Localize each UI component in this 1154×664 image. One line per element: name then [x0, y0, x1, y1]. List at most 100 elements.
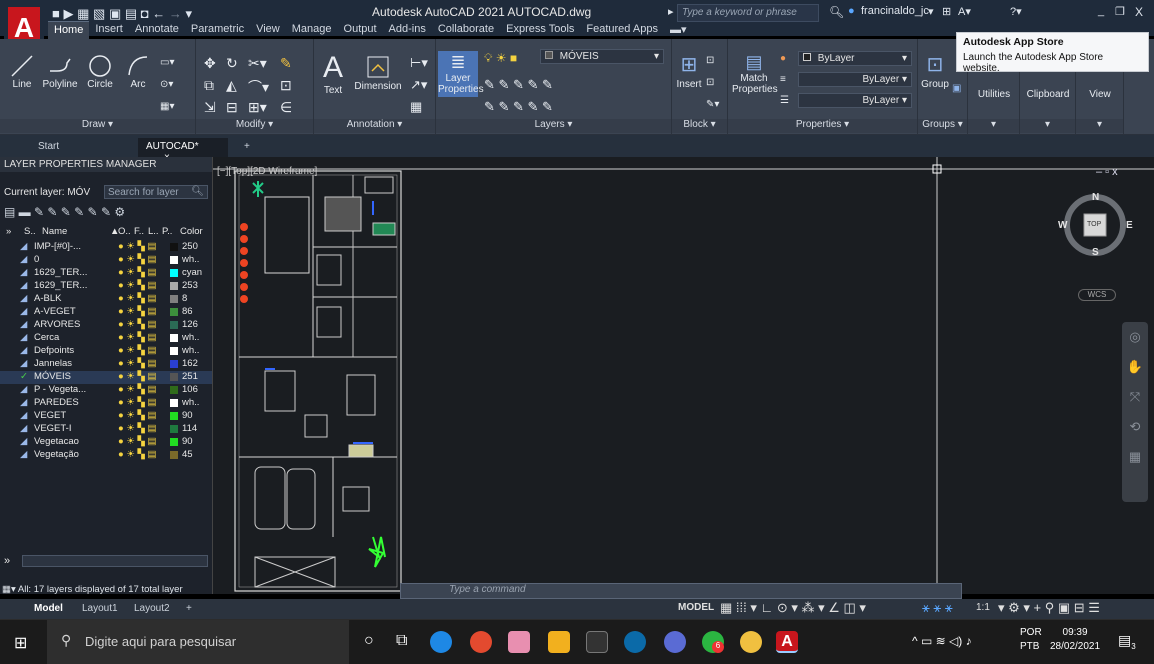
layer-name[interactable]: Vegetacao [34, 436, 79, 447]
search-arrow-icon[interactable]: ▸ [668, 5, 674, 18]
new-tab-button[interactable]: + [236, 138, 258, 157]
layer-color-swatch[interactable] [170, 295, 178, 303]
help-icon[interactable]: ?▾ [1010, 5, 1022, 18]
hatch-icon[interactable]: ▦▾ [160, 101, 174, 112]
layer-row[interactable]: ◢ Vegetacao ● ☀ ▚ ▤ 90 [0, 436, 212, 449]
zoom-extents-icon[interactable]: ⤧ [1122, 382, 1148, 412]
layer-color-swatch[interactable] [170, 438, 178, 446]
user-dropdown-icon[interactable]: ▾ [928, 5, 934, 18]
layer-state-icons[interactable]: ● ☀ ▚ ▤ [118, 384, 156, 395]
linear-dim-icon[interactable]: ⊢▾ [410, 55, 428, 71]
ellipse-icon[interactable]: ⊙▾ [160, 79, 173, 90]
edit-block-icon[interactable]: ⊡ [706, 77, 714, 88]
scale-icon[interactable]: ⊟ [226, 99, 238, 116]
annotation-scale[interactable]: 1:1 [976, 602, 990, 613]
layer-properties-button[interactable]: ≣ Layer Properties [438, 51, 484, 97]
layer-horizontal-scrollbar[interactable] [22, 555, 208, 567]
maximize-button[interactable]: ❐ [1115, 5, 1125, 18]
app-store-icon[interactable]: ⊞ [942, 5, 951, 18]
layer-dropdown[interactable]: MÓVEIS ▾ [540, 49, 664, 64]
drawing-viewport[interactable] [213, 157, 1154, 594]
layer-state-icons[interactable]: ● ☀ ▚ ▤ [118, 280, 156, 291]
layer-state-icons[interactable]: ● ☀ ▚ ▤ [118, 241, 156, 252]
game-icon[interactable] [740, 631, 762, 653]
layer-color-swatch[interactable] [170, 373, 178, 381]
autocad-taskbar-icon[interactable]: A [776, 631, 798, 653]
insert-button[interactable]: ⊞ Insert [674, 51, 704, 90]
layer-state-icons[interactable]: ● ☀ ▚ ▤ [118, 358, 156, 369]
layer-name[interactable]: VEGET-I [34, 423, 71, 434]
layer-row[interactable]: ◢ PAREDES ● ☀ ▚ ▤ wh.. [0, 397, 212, 410]
layer-tools-row2[interactable]: ✎ ✎ ✎ ✎ ✎ [484, 99, 553, 115]
navigation-bar[interactable]: ◎ ✋ ⤧ ⟲ ▦ [1122, 322, 1148, 502]
layer-state-icons[interactable]: ● ☀ ▚ ▤ [118, 371, 156, 382]
layer-color-swatch[interactable] [170, 282, 178, 290]
layer-name[interactable]: Vegetação [34, 449, 79, 460]
customize-icon[interactable]: ▾ [186, 6, 193, 21]
layer-name[interactable]: VEGET [34, 410, 66, 421]
layer-state-icons[interactable]: ● ☀ ▚ ▤ [118, 423, 156, 434]
clipboard-button[interactable]: Clipboard [1022, 89, 1074, 100]
tab-autocad-dwg[interactable]: AUTOCAD* × [138, 138, 228, 163]
file-explorer-icon[interactable] [548, 631, 570, 653]
layer-name[interactable]: Jannelas [34, 358, 72, 369]
layer-state-icons[interactable]: ● ☀ ▚ ▤ [118, 410, 156, 421]
layer-row[interactable]: ✓ MÓVEIS ● ☀ ▚ ▤ 251 [0, 371, 212, 384]
layer-color-swatch[interactable] [170, 243, 178, 251]
collapse-icon[interactable]: » [4, 555, 10, 567]
viewport-window-controls[interactable]: – ▫ x [1096, 166, 1118, 178]
model-space-button[interactable]: MODEL [678, 602, 714, 613]
undo-icon[interactable]: ← [152, 6, 165, 21]
layer-state-icons[interactable]: ● ☀ ▚ ▤ [118, 306, 156, 317]
tab-start[interactable]: Start [30, 138, 67, 157]
tab-annotate[interactable]: Annotate [129, 21, 185, 39]
tab-layout2[interactable]: Layout2 [128, 601, 176, 616]
create-block-icon[interactable]: ⊡ [706, 55, 714, 66]
open-icon[interactable]: ▶ [63, 6, 73, 21]
groups-panel-title[interactable]: Groups ▾ [918, 119, 967, 133]
layer-toolbar[interactable]: ▤ ▬ ✎ ✎ ✎ ✎ ✎ ✎ ⚙ [4, 205, 125, 219]
layer-state-icons[interactable]: ● ☀ ▚ ▤ [118, 397, 156, 408]
linetype-dropdown[interactable]: ByLayer ▾ [798, 72, 912, 87]
polyline-button[interactable]: Polyline [38, 53, 82, 90]
layer-color-swatch[interactable] [170, 308, 178, 316]
layer-state-icons[interactable]: ● ☀ ▚ ▤ [118, 293, 156, 304]
quick-access-toolbar[interactable]: ■ ▶ ▦ ▧ ▣ ▤ ◘ ← → ▾ [52, 6, 192, 22]
layer-name[interactable]: PAREDES [34, 397, 79, 408]
wcs-menu[interactable]: WCS [1078, 289, 1116, 301]
viewcube[interactable]: N S W E TOP [1058, 190, 1133, 260]
array-icon[interactable]: ⊞▾ [248, 99, 267, 116]
layer-row[interactable]: ◢ Defpoints ● ☀ ▚ ▤ wh.. [0, 345, 212, 358]
app-icon[interactable] [664, 631, 686, 653]
layer-row[interactable]: ◢ Vegetação ● ☀ ▚ ▤ 45 [0, 449, 212, 462]
store-icon[interactable] [586, 631, 608, 653]
tab-collaborate[interactable]: Collaborate [432, 21, 500, 39]
layer-name[interactable]: 1629_TER... [34, 267, 87, 278]
group-button[interactable]: ⊡ Group [920, 51, 950, 90]
annotation-panel-title[interactable]: Annotation ▾ [314, 119, 435, 133]
layer-row[interactable]: ◢ 0 ● ☀ ▚ ▤ wh.. [0, 254, 212, 267]
layer-row[interactable]: ◢ ARVORES ● ☀ ▚ ▤ 126 [0, 319, 212, 332]
view-expand-icon[interactable]: ▾ [1076, 119, 1123, 133]
tab-featured-apps[interactable]: Featured Apps [580, 21, 664, 39]
block-panel-title[interactable]: Block ▾ [672, 119, 727, 133]
layer-name[interactable]: P - Vegeta... [34, 384, 86, 395]
windows-start-icon[interactable]: ⊞ [14, 633, 27, 653]
showmotion-icon[interactable]: ▦ [1122, 442, 1148, 472]
line-button[interactable]: Line [2, 53, 42, 90]
layer-state-icons[interactable]: ● ☀ ▚ ▤ [118, 436, 156, 447]
orbit-icon[interactable]: ⟲ [1122, 412, 1148, 442]
tab-home[interactable]: Home [48, 21, 90, 39]
share-icon[interactable]: ▤ [125, 6, 137, 21]
rotate-icon[interactable]: ↻ [226, 55, 238, 72]
pan-icon[interactable]: ✋ [1122, 352, 1148, 382]
circle-button[interactable]: Circle [82, 53, 118, 90]
layer-color-swatch[interactable] [170, 399, 178, 407]
edge-icon[interactable] [430, 631, 452, 653]
offset-icon[interactable]: ∈ [280, 99, 292, 116]
copy-icon[interactable]: ⧉ [204, 77, 214, 94]
layer-row[interactable]: ◢ A-BLK ● ☀ ▚ ▤ 8 [0, 293, 212, 306]
notifications-icon[interactable]: ▤3 [1118, 632, 1136, 651]
leader-icon[interactable]: ↗▾ [410, 77, 427, 93]
annotation-visibility-icon[interactable]: ⚹ ⚹ ⚹ [922, 600, 953, 616]
